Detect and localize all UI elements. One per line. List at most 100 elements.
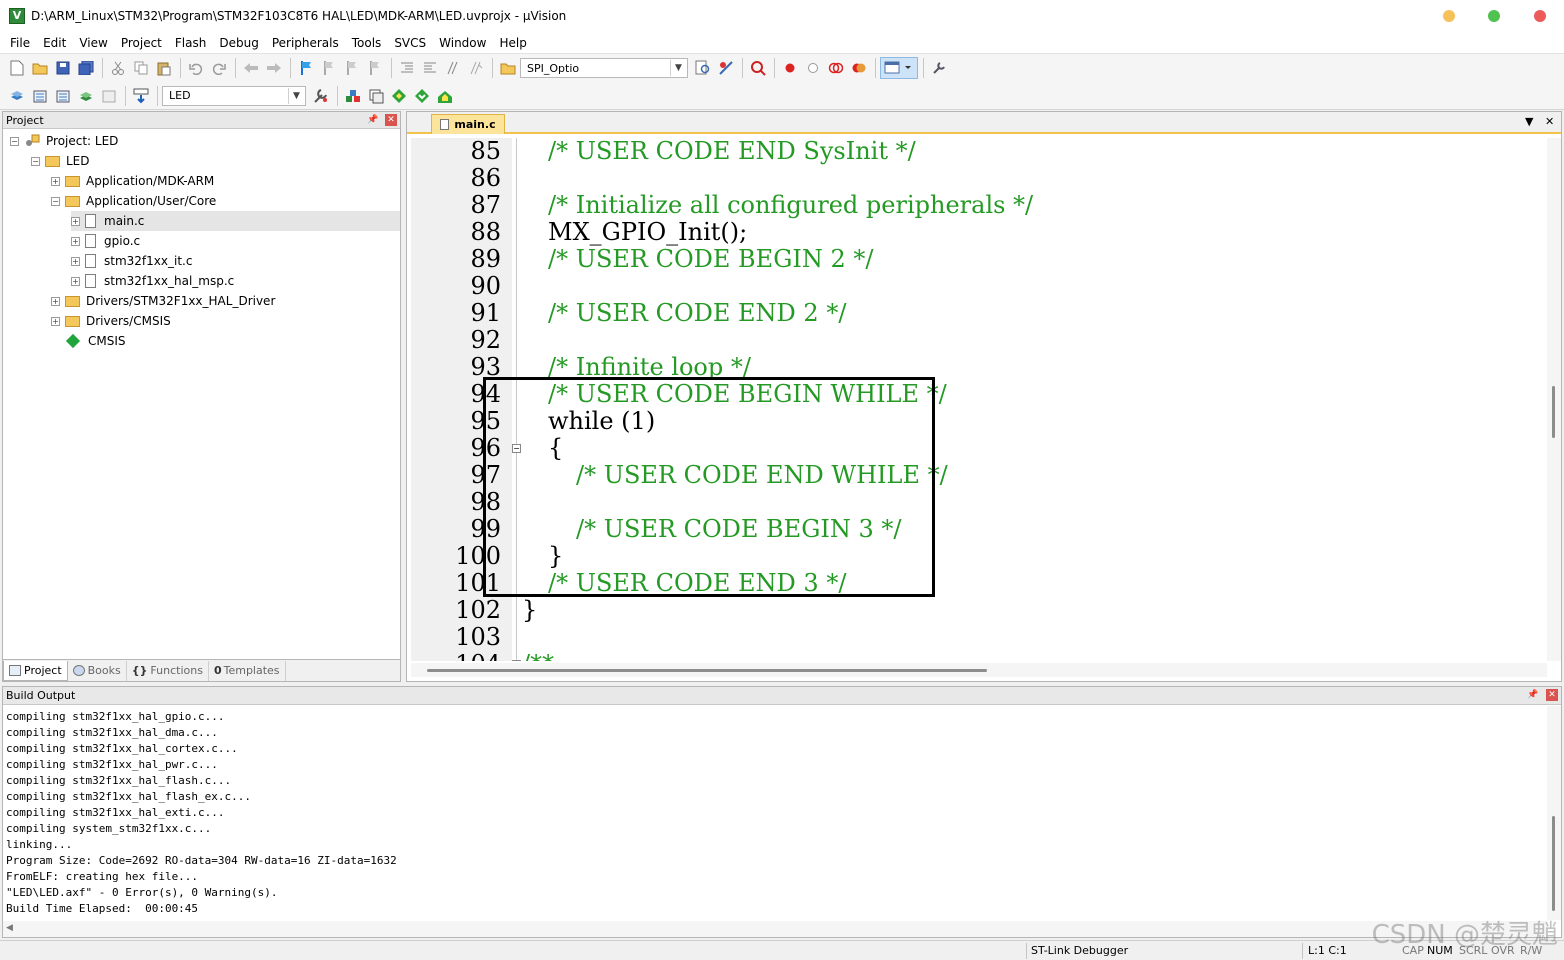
collapse-icon[interactable]: − bbox=[10, 136, 19, 146]
editor-horizontal-scrollbar[interactable] bbox=[411, 663, 1547, 677]
menu-svcs[interactable]: SVCS bbox=[388, 36, 432, 50]
scroll-left-icon[interactable]: ◀ bbox=[6, 923, 13, 933]
scroll-thumb[interactable] bbox=[1552, 386, 1555, 438]
menu-peripherals[interactable]: Peripherals bbox=[266, 36, 345, 50]
tree-group-user-core[interactable]: − Application/User/Core bbox=[51, 191, 216, 211]
menu-edit[interactable]: Edit bbox=[37, 36, 72, 50]
fold-toggle-icon[interactable]: − bbox=[512, 660, 521, 661]
navigate-forward-icon[interactable] bbox=[263, 57, 285, 79]
debug-session-icon[interactable] bbox=[747, 57, 769, 79]
tab-project[interactable]: Project bbox=[3, 660, 68, 681]
expand-icon[interactable]: + bbox=[51, 316, 60, 326]
comment-icon[interactable] bbox=[442, 57, 464, 79]
editor-vertical-scrollbar[interactable] bbox=[1547, 138, 1561, 661]
build-output-text[interactable]: compiling stm32f1xx_hal_gpio.c... compili… bbox=[6, 709, 397, 917]
chevron-down-icon[interactable]: ▼ bbox=[670, 60, 686, 76]
tree-file-main-c[interactable]: + main.c bbox=[71, 211, 400, 231]
menu-window[interactable]: Window bbox=[433, 36, 492, 50]
translate-icon[interactable] bbox=[6, 85, 28, 107]
batch-build-icon[interactable] bbox=[75, 85, 97, 107]
menu-help[interactable]: Help bbox=[493, 36, 532, 50]
undo-icon[interactable] bbox=[185, 57, 207, 79]
target-options-icon[interactable] bbox=[310, 85, 332, 107]
expand-icon[interactable]: + bbox=[71, 216, 80, 226]
tree-project-root[interactable]: − Project: LED bbox=[10, 131, 118, 151]
find-combo[interactable]: SPI_Optio ▼ bbox=[520, 58, 688, 78]
tree-group-hal-driver[interactable]: + Drivers/STM32F1xx_HAL_Driver bbox=[51, 291, 275, 311]
collapse-icon[interactable]: − bbox=[31, 156, 40, 166]
window-layout-icon[interactable] bbox=[880, 57, 918, 79]
download-load-icon[interactable] bbox=[130, 85, 152, 107]
save-all-icon[interactable] bbox=[75, 57, 97, 79]
menu-project[interactable]: Project bbox=[115, 36, 168, 50]
menu-file[interactable]: File bbox=[4, 36, 36, 50]
cmsis-pack-icon[interactable] bbox=[434, 85, 456, 107]
expand-icon[interactable]: + bbox=[71, 276, 80, 286]
target-select[interactable]: LED ▼ bbox=[162, 85, 306, 106]
tree-group-cmsis[interactable]: + Drivers/CMSIS bbox=[51, 311, 171, 331]
kill-all-breakpoints-icon[interactable] bbox=[848, 57, 870, 79]
scroll-thumb[interactable] bbox=[1552, 816, 1555, 911]
build-output-vertical-scrollbar[interactable] bbox=[1547, 706, 1561, 920]
tree-group-mdk-arm[interactable]: + Application/MDK-ARM bbox=[51, 171, 214, 191]
open-folder-icon[interactable] bbox=[29, 57, 51, 79]
indent-icon[interactable] bbox=[396, 57, 418, 79]
tree-target-led[interactable]: − LED bbox=[31, 151, 90, 171]
menu-view[interactable]: View bbox=[73, 36, 113, 50]
unindent-icon[interactable] bbox=[419, 57, 441, 79]
tab-templates[interactable]: 0 Templates bbox=[209, 660, 286, 681]
tab-main-c[interactable]: main.c bbox=[431, 114, 505, 134]
scroll-thumb[interactable] bbox=[427, 669, 987, 672]
new-file-icon[interactable] bbox=[6, 57, 28, 79]
tree-file-hal-msp-c[interactable]: + stm32f1xx_hal_msp.c bbox=[71, 271, 234, 291]
disable-all-breakpoints-icon[interactable] bbox=[825, 57, 847, 79]
maximize-button[interactable] bbox=[1488, 10, 1500, 22]
expand-icon[interactable]: + bbox=[51, 296, 60, 306]
pack-installer-icon[interactable] bbox=[411, 85, 433, 107]
tree-cmsis-component[interactable]: CMSIS bbox=[65, 331, 126, 351]
incremental-find-icon[interactable] bbox=[715, 57, 737, 79]
insert-breakpoint-icon[interactable] bbox=[779, 57, 801, 79]
tab-books[interactable]: Books bbox=[68, 660, 127, 681]
find-icon[interactable] bbox=[692, 57, 714, 79]
tree-file-it-c[interactable]: + stm32f1xx_it.c bbox=[71, 251, 192, 271]
paste-icon[interactable] bbox=[153, 57, 175, 79]
close-icon[interactable]: ✕ bbox=[1546, 689, 1558, 701]
fold-toggle-icon[interactable]: − bbox=[512, 444, 521, 453]
chevron-down-icon[interactable]: ▼ bbox=[288, 87, 304, 104]
navigate-back-icon[interactable] bbox=[240, 57, 262, 79]
close-button[interactable] bbox=[1534, 10, 1546, 22]
bookmark-icon[interactable] bbox=[295, 57, 317, 79]
select-packs-icon[interactable] bbox=[365, 85, 387, 107]
configure-icon[interactable] bbox=[928, 57, 950, 79]
rebuild-icon[interactable] bbox=[52, 85, 74, 107]
collapse-icon[interactable]: − bbox=[51, 196, 60, 206]
menu-flash[interactable]: Flash bbox=[169, 36, 212, 50]
next-bookmark-icon[interactable] bbox=[341, 57, 363, 79]
redo-icon[interactable] bbox=[208, 57, 230, 79]
menu-debug[interactable]: Debug bbox=[213, 36, 264, 50]
tab-list-dropdown-icon[interactable]: ▼ bbox=[1525, 115, 1533, 128]
menu-tools[interactable]: Tools bbox=[346, 36, 388, 50]
enable-breakpoint-icon[interactable] bbox=[802, 57, 824, 79]
stop-build-icon[interactable] bbox=[98, 85, 120, 107]
expand-icon[interactable]: + bbox=[71, 236, 80, 246]
expand-icon[interactable]: + bbox=[51, 176, 60, 186]
save-icon[interactable] bbox=[52, 57, 74, 79]
pin-icon[interactable]: 📌 bbox=[367, 114, 379, 126]
code-text-area[interactable]: 85 /* USER CODE END SysInit */ 86 87 /* Init… bbox=[411, 138, 1547, 661]
close-icon[interactable]: ✕ bbox=[385, 114, 397, 126]
prev-bookmark-icon[interactable] bbox=[318, 57, 340, 79]
close-tab-icon[interactable]: ✕ bbox=[1545, 115, 1554, 128]
copy-icon[interactable] bbox=[130, 57, 152, 79]
clear-bookmarks-icon[interactable] bbox=[364, 57, 386, 79]
build-output-horizontal-scrollbar[interactable]: ◀ bbox=[3, 921, 1547, 937]
manage-project-items-icon[interactable] bbox=[342, 85, 364, 107]
pin-icon[interactable]: 📌 bbox=[1527, 689, 1539, 701]
cut-icon[interactable] bbox=[107, 57, 129, 79]
manage-rte-icon[interactable] bbox=[388, 85, 410, 107]
minimize-button[interactable] bbox=[1443, 10, 1455, 22]
build-icon[interactable] bbox=[29, 85, 51, 107]
expand-icon[interactable]: + bbox=[71, 256, 80, 266]
tree-file-gpio-c[interactable]: + gpio.c bbox=[71, 231, 140, 251]
